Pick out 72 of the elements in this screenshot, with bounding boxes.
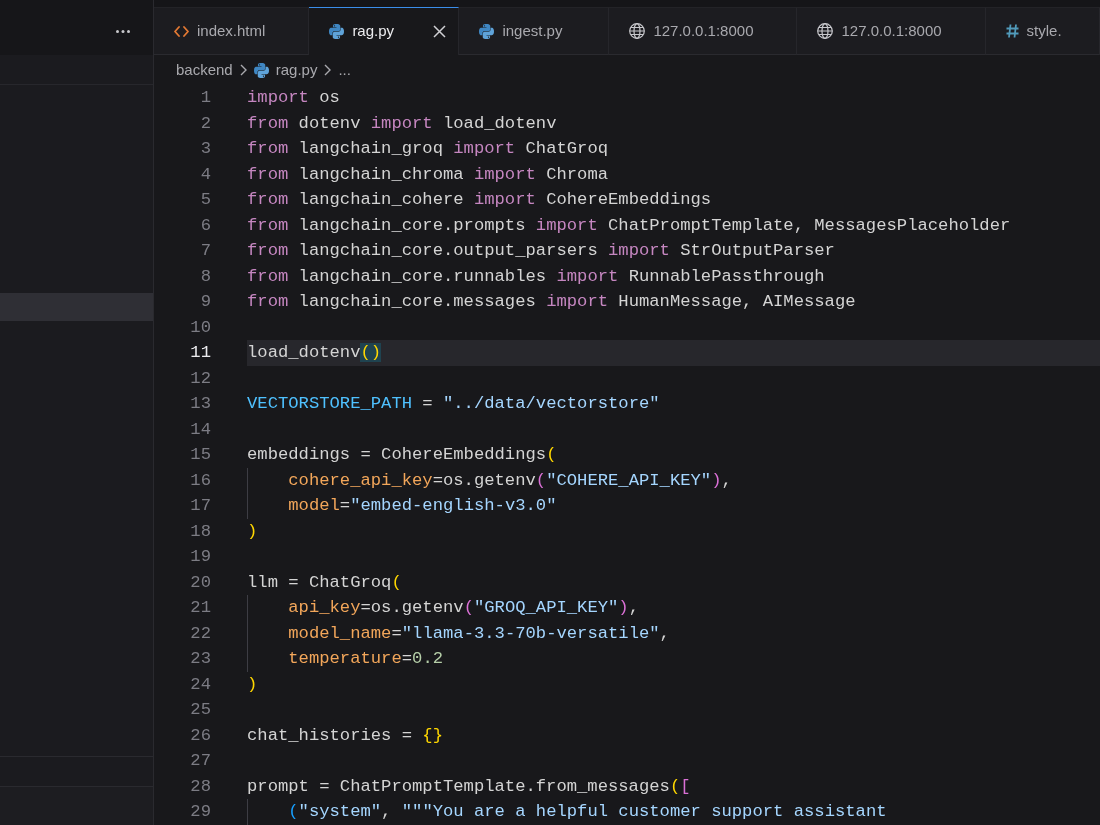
editor-tab[interactable]: 127.0.0.1:8000 (797, 7, 986, 55)
code-line: ) (247, 520, 258, 543)
code-brackets-icon (174, 25, 189, 37)
line-number: 10 (190, 316, 211, 339)
python-file-icon (479, 23, 495, 39)
line-number: 25 (190, 699, 211, 721)
code-line: from dotenv import load_dotenv (247, 112, 557, 135)
chevron-right-icon (324, 64, 332, 76)
breadcrumb-item[interactable]: ... (338, 58, 351, 82)
code-line: cohere_api_key=os.getenv("COHERE_API_KEY"), (288, 469, 732, 492)
breadcrumb-item[interactable]: rag.py (275, 58, 318, 82)
line-number: 4 (200, 163, 211, 186)
line-number: 17 (190, 495, 211, 517)
code-line: from langchain_core.prompts import ChatPromptTemplate, MessagesPlaceholder (247, 214, 1011, 237)
globe-icon (629, 23, 646, 39)
line-number: 16 (190, 469, 211, 492)
chevron-right-icon (239, 64, 247, 76)
code-line: import os (247, 87, 340, 109)
editor-tab[interactable]: index.html (154, 7, 310, 55)
line-number: 29 (190, 801, 211, 823)
python-file-icon (253, 62, 269, 78)
code-line: from langchain_chroma import Chroma (247, 163, 608, 186)
editor-tab[interactable]: 127.0.0.1:8000 (609, 7, 798, 55)
line-number: 22 (190, 622, 211, 645)
code-line: api_key=os.getenv("GROQ_API_KEY"), (288, 597, 639, 619)
globe-icon (817, 23, 834, 39)
line-number: 14 (190, 418, 211, 441)
line-number: 23 (190, 648, 211, 670)
line-number: 6 (200, 214, 211, 237)
code-line: embeddings = CohereEmbeddings( (247, 444, 557, 466)
line-number: 21 (190, 597, 211, 619)
code-line: load_dotenv() (247, 342, 382, 364)
line-number: 5 (200, 189, 211, 211)
more-icon[interactable] (116, 29, 130, 33)
close-icon[interactable] (433, 25, 447, 38)
editor-tab[interactable]: rag.py (309, 7, 460, 55)
code-line: from langchain_core.runnables import RunnablePassthrough (247, 265, 825, 288)
code-line: temperature=0.2 (288, 648, 443, 670)
line-number: 13 (190, 393, 211, 415)
line-number: 12 (190, 367, 211, 390)
code-line: chat_histories = {} (247, 724, 443, 747)
line-number: 2 (200, 112, 211, 135)
code-line: model="embed-english-v3.0" (288, 495, 557, 517)
line-number: 19 (190, 546, 211, 568)
line-number: 18 (190, 520, 211, 543)
code-line: VECTORSTORE_PATH = "../data/vectorstore" (247, 393, 660, 415)
python-file-icon (329, 24, 345, 39)
code-line: llm = ChatGroq( (247, 571, 402, 594)
hash-icon (1005, 24, 1019, 38)
code-line: ) (247, 673, 258, 696)
line-number: 28 (190, 775, 211, 798)
code-line: from langchain_core.output_parsers import StrOutputParser (247, 240, 835, 262)
code-line: model_name="llama-3.3-70b-versatile", (288, 622, 670, 645)
code-line: from langchain_groq import ChatGroq (247, 138, 608, 160)
line-number: 24 (190, 673, 211, 696)
code-line: from langchain_core.messages import HumanMessage, AIMessage (247, 291, 856, 313)
editor-tab[interactable]: ingest.py (459, 7, 610, 55)
line-number: 27 (190, 750, 211, 772)
line-number: 8 (200, 265, 211, 288)
line-number: 11 (190, 342, 211, 364)
line-number: 7 (200, 240, 211, 262)
line-number: 9 (200, 291, 211, 313)
line-number: 3 (200, 138, 211, 160)
line-number: 1 (200, 87, 211, 109)
breadcrumb-item[interactable]: backend (176, 58, 233, 82)
line-number: 26 (190, 724, 211, 747)
line-number: 15 (190, 444, 211, 466)
code-line: ("system", """You are a helpful customer support assistant (288, 801, 887, 823)
editor-tab[interactable]: style. (985, 7, 1100, 55)
line-number: 20 (190, 571, 211, 594)
code-line: from langchain_cohere import CohereEmbeddings (247, 189, 712, 211)
code-line: prompt = ChatPromptTemplate.from_messages([ (247, 775, 691, 798)
